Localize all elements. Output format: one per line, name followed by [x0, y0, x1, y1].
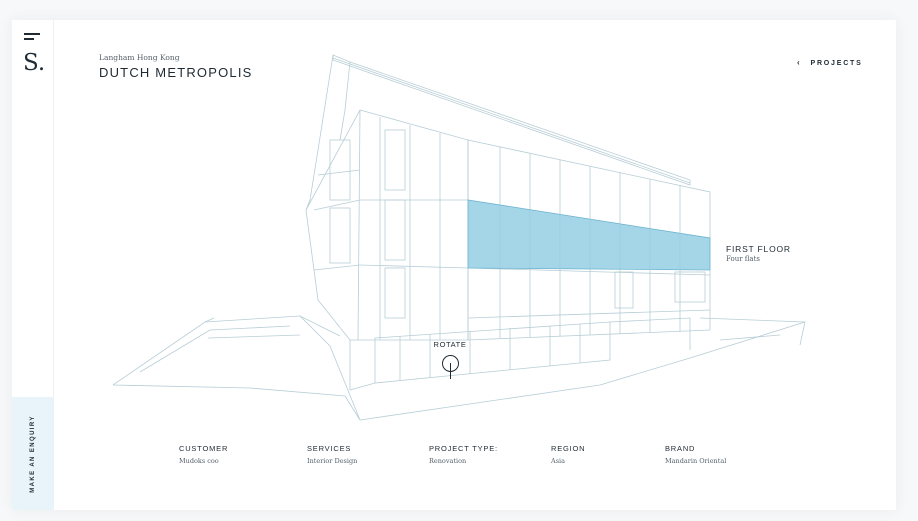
floor-subtitle: Four flats — [726, 255, 761, 263]
page-title: DUTCH METROPOLIS — [99, 65, 253, 80]
make-enquiry-button[interactable]: MAKE AN ENQUIRY — [12, 397, 54, 510]
info-label: REGION — [551, 444, 586, 453]
projects-link[interactable]: ‹ PROJECTS — [797, 58, 863, 67]
projects-label: PROJECTS — [810, 60, 863, 67]
info-label: BRAND — [665, 444, 696, 453]
rotate-handle-icon[interactable] — [441, 355, 459, 379]
make-enquiry-label: MAKE AN ENQUIRY — [30, 414, 36, 493]
info-region: REGION Asia — [551, 444, 585, 465]
info-brand: BRAND Mandarin Oriental — [665, 444, 726, 465]
info-label: PROJECT TYPE: — [429, 444, 498, 453]
rotate-label: ROTATE — [433, 340, 467, 349]
info-project-type: PROJECT TYPE: Renovation — [429, 444, 498, 465]
info-services: SERVICES Interior Design — [307, 444, 357, 465]
floor-label[interactable]: FIRST FLOOR Four flats — [726, 244, 791, 263]
rotate-control[interactable]: ROTATE — [428, 340, 472, 379]
menu-icon[interactable] — [24, 33, 42, 45]
info-label: SERVICES — [307, 444, 352, 453]
info-value: Mudoks coo — [179, 457, 219, 465]
info-customer: CUSTOMER Mudoks coo — [179, 444, 228, 465]
info-label: CUSTOMER — [179, 444, 229, 453]
info-value: Renovation — [429, 457, 467, 465]
logo: S. — [23, 50, 46, 76]
first-floor-highlight — [467, 199, 711, 271]
project-location: Langham Hong Kong — [99, 53, 180, 62]
chevron-left-icon: ‹ — [797, 58, 802, 67]
info-value: Interior Design — [307, 457, 358, 465]
sidebar: S. MAKE AN ENQUIRY — [12, 20, 54, 510]
info-value: Asia — [551, 457, 565, 465]
floor-title: FIRST FLOOR — [726, 244, 791, 254]
info-value: Mandarin Oriental — [665, 457, 727, 465]
